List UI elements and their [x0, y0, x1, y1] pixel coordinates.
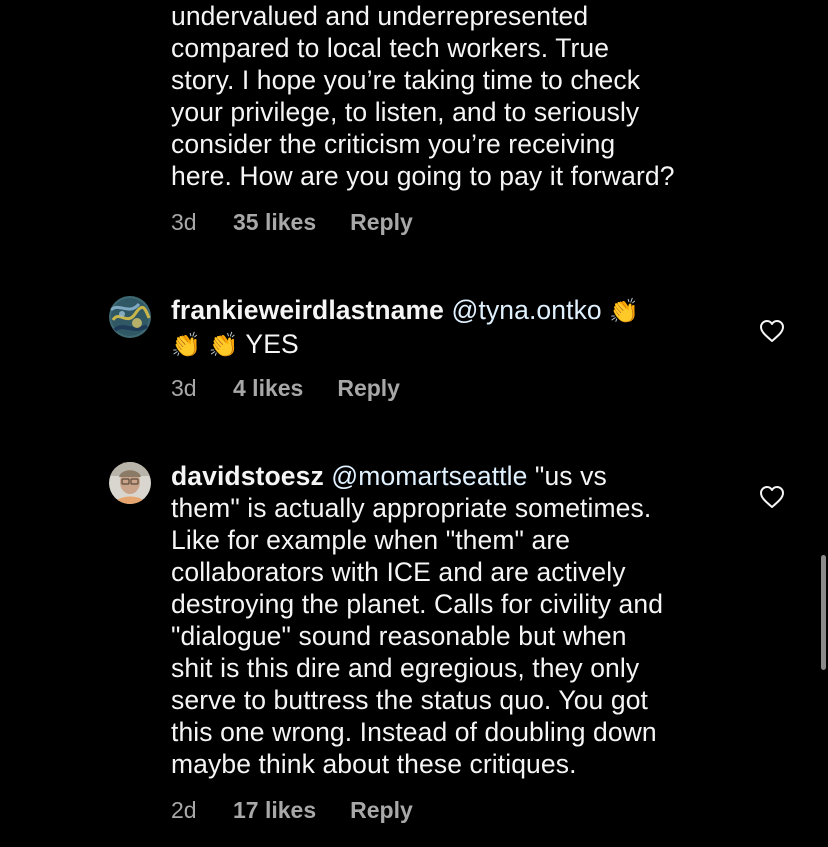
comment-meta: 2d 17 likes Reply	[171, 794, 413, 826]
avatar[interactable]	[109, 462, 151, 504]
comment-meta: 3d 35 likes Reply	[171, 206, 413, 238]
avatar[interactable]	[109, 296, 151, 338]
mention-link[interactable]: @momartseattle	[331, 461, 527, 491]
comment-text: davidstoesz @momartseattle "us vs them" …	[171, 460, 741, 780]
reply-button[interactable]: Reply	[350, 794, 413, 826]
reply-button[interactable]: Reply	[350, 206, 413, 238]
clap-emoji: 👏	[171, 332, 201, 359]
comments-screen: undervalued and underrepresented compare…	[0, 0, 828, 847]
likes-count[interactable]: 4 likes	[233, 372, 303, 404]
likes-count[interactable]: 17 likes	[233, 794, 316, 826]
comment-age: 3d	[171, 375, 197, 401]
comment-meta: 3d 4 likes Reply	[171, 372, 400, 404]
mention-link[interactable]: @tyna.ontko	[451, 295, 601, 325]
comment-body: frankieweirdlastname @tyna.ontko 👏 👏 👏 YE…	[171, 294, 741, 362]
comment-text: undervalued and underrepresented compare…	[171, 1, 675, 191]
reply-button[interactable]: Reply	[337, 372, 400, 404]
clap-emoji: 👏	[208, 332, 239, 359]
heart-outline-icon[interactable]	[759, 319, 785, 343]
comment-message: YES	[245, 329, 299, 359]
comment-body: davidstoesz @momartseattle "us vs them" …	[171, 460, 741, 780]
likes-count[interactable]: 35 likes	[233, 206, 316, 238]
heart-outline-icon[interactable]	[759, 485, 785, 509]
comment-age: 2d	[171, 797, 197, 823]
comment-body: undervalued and underrepresented compare…	[171, 0, 741, 192]
comment-message: "us vs them" is actually appropriate som…	[171, 461, 664, 779]
clap-emoji: 👏	[609, 298, 640, 325]
comment-age: 3d	[171, 209, 197, 235]
comment-username[interactable]: davidstoesz	[171, 461, 324, 491]
scrollbar[interactable]	[821, 555, 826, 670]
comment-username[interactable]: frankieweirdlastname	[171, 295, 444, 325]
comment-text: frankieweirdlastname @tyna.ontko 👏 👏 👏 YE…	[171, 294, 741, 362]
